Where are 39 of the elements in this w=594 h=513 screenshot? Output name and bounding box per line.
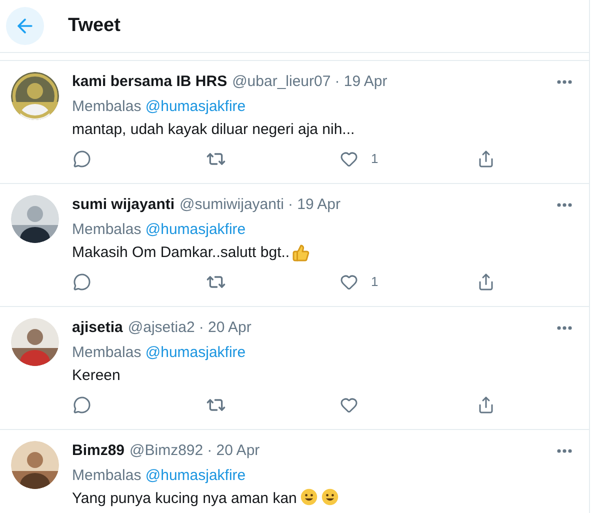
user-handle: @ajsetia2 [128, 318, 195, 338]
tweet-text: Makasih Om Damkar..salutt bgt.. [72, 242, 290, 263]
reply-icon[interactable] [73, 150, 91, 168]
reply-label: Membalas [72, 467, 142, 484]
like-icon[interactable] [340, 396, 358, 414]
user-name[interactable]: Bimz89 [72, 440, 125, 462]
user-name[interactable]: kami bersama IB HRS [72, 70, 228, 94]
reply-label: Membalas [72, 344, 142, 361]
user-name[interactable]: sumi wijayanti [72, 194, 175, 216]
tweet-text: Kereen [72, 366, 120, 386]
reply-icon[interactable] [73, 396, 91, 414]
more-icon[interactable] [557, 449, 572, 453]
reply-label: Membalas [72, 98, 142, 115]
smiley-icon [300, 488, 318, 506]
tweet-text: Yang punya kucing nya aman kan [72, 488, 297, 509]
like-count: 1 [371, 150, 378, 168]
tweet-text: mantap, udah kayak diluar negeri aja nih... [72, 120, 355, 140]
back-button[interactable] [6, 7, 44, 45]
more-icon[interactable] [557, 203, 572, 207]
tweet-date: · 20 Apr [198, 318, 252, 338]
user-handle: @sumiwijayanti [180, 194, 284, 215]
share-icon[interactable] [477, 396, 495, 414]
like-icon[interactable] [340, 273, 358, 291]
user-name[interactable]: ajisetia [72, 316, 123, 340]
user-handle: @Bimz892 [130, 440, 204, 461]
more-icon[interactable] [557, 80, 572, 84]
tweet-date: · 19 Apr [288, 194, 340, 215]
share-icon[interactable] [477, 273, 495, 291]
smiley-icon [320, 488, 339, 506]
share-icon[interactable] [477, 150, 495, 168]
like-count: 1 [371, 273, 378, 292]
user-handle: @ubar_lieur07 [232, 72, 331, 92]
page-title: Tweet [68, 14, 120, 38]
like-icon[interactable] [340, 150, 358, 168]
more-icon[interactable] [557, 326, 572, 330]
reply-icon[interactable] [73, 273, 91, 291]
tweet-date: · 20 Apr [207, 440, 260, 461]
reply-label: Membalas [72, 221, 142, 238]
tweet-date: · 19 Apr [334, 72, 388, 92]
